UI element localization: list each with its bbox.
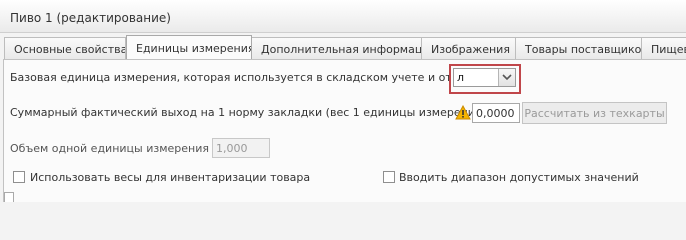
tab-food-value[interactable]: Пищев [641,37,686,59]
range-checkbox[interactable] [383,171,395,183]
tab-label: Товары поставщиков [525,43,642,56]
use-scales-label: Использовать весы для инвентаризации тов… [30,171,311,184]
use-scales-checkbox[interactable] [13,171,25,183]
volume-input[interactable]: 1,000 [212,138,270,158]
grid-corner [4,192,14,202]
tab-additional-info[interactable]: Дополнительная информация [251,37,422,59]
window-titlebar: Пиво 1 (редактирование) [0,0,686,33]
tab-units[interactable]: Единицы измерения [126,35,252,60]
tab-images[interactable]: Изображения [421,37,516,59]
calc-from-techcard-button[interactable]: Рассчитать из техкарты [522,102,667,124]
tab-strip: Основные свойства Товары поставщиков Изо… [0,35,686,60]
base-unit-label: Базовая единица измерения, которая испол… [10,71,509,84]
base-unit-value: л [457,71,465,84]
tab-basic-properties[interactable]: Основные свойства [4,37,126,59]
dropdown-button[interactable] [498,69,515,86]
tab-label: Дополнительная информация [261,43,422,56]
yield-value: 0,0000 [476,107,515,120]
yield-label: Суммарный фактический выход на 1 норму з… [10,106,513,119]
tab-label: Единицы измерения [136,42,252,55]
tab-supplier-goods[interactable]: Товары поставщиков [515,37,642,59]
tab-label: Основные свойства [14,43,126,56]
tab-label: Пищев [651,43,686,56]
tab-label: Изображения [431,43,510,56]
window-title: Пиво 1 (редактирование) [10,11,171,25]
volume-value: 1,000 [216,142,248,155]
chevron-down-icon [502,74,512,81]
yield-input[interactable]: 0,0000 [472,103,520,123]
range-label: Вводить диапазон допустимых значений [399,171,639,184]
calc-button-label: Рассчитать из техкарты [524,107,665,120]
volume-label: Объем одной единицы измерения (л.). [10,142,236,155]
base-unit-select[interactable]: л [453,68,516,87]
warning-icon [455,105,471,120]
